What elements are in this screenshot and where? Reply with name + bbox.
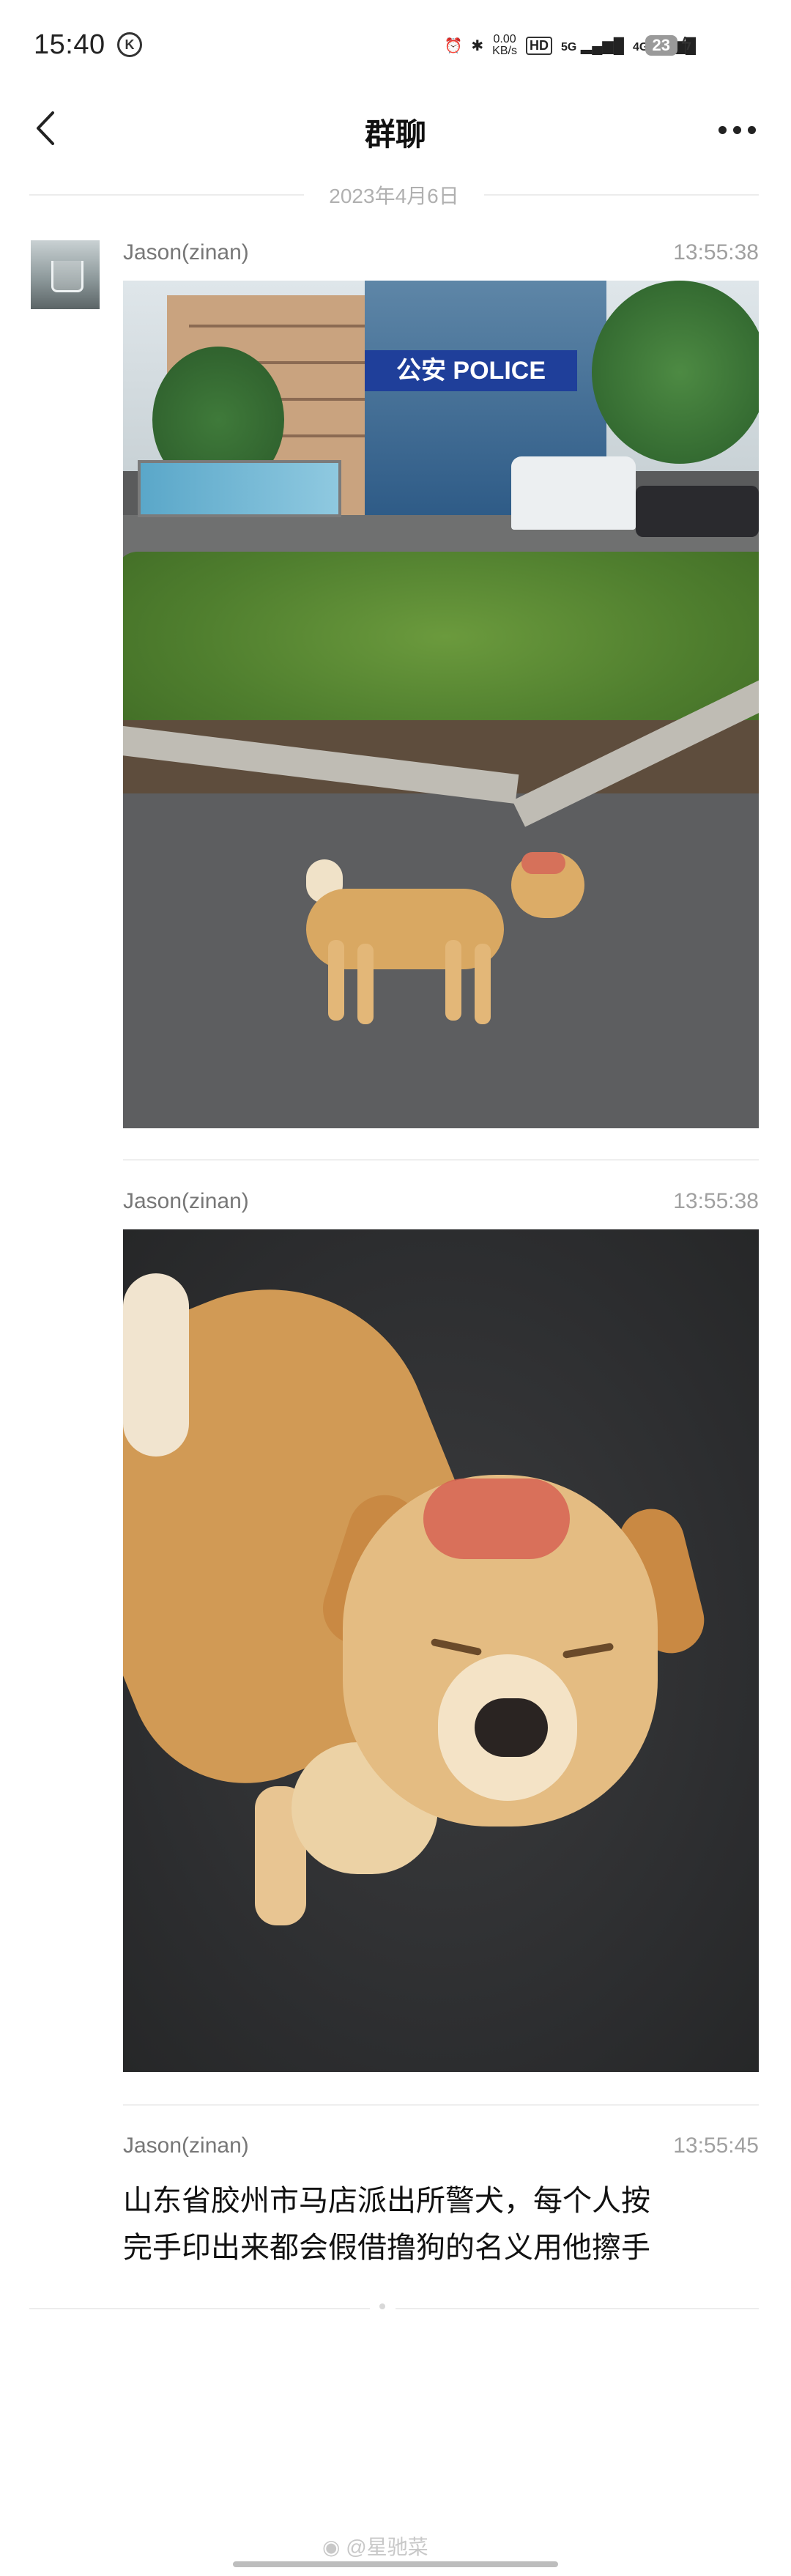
message-header: Jason(zinan) 13:55:38 xyxy=(123,1189,759,1221)
home-indicator[interactable] xyxy=(233,2561,558,2567)
dog-tail xyxy=(123,1273,189,1457)
page-title: 群聊 xyxy=(364,117,426,152)
end-divider-line xyxy=(396,2308,759,2309)
network-speed-value: 0.00 xyxy=(493,33,516,45)
end-dot xyxy=(379,2303,385,2309)
k-badge-icon: K xyxy=(117,32,142,57)
dog-head xyxy=(511,852,584,918)
more-dot-icon xyxy=(718,126,727,134)
message-image-police-station-dog[interactable]: 公安 POLICE xyxy=(123,281,759,1128)
dog-leg xyxy=(357,944,374,1024)
message-text-line: 山东省胶州市马店派出所警犬，每个人按 xyxy=(123,2185,650,2217)
network-speed: 0.00 KB/s xyxy=(492,34,517,57)
nav-bar: 群聊 xyxy=(0,88,791,169)
bluetooth-icon: ✱ xyxy=(471,37,484,54)
more-button[interactable] xyxy=(718,126,756,134)
message-image-dog-closeup[interactable] xyxy=(123,1229,759,2072)
alarm-icon: ⏰ xyxy=(444,37,463,54)
dog-leg xyxy=(445,940,461,1021)
sender-name[interactable]: Jason(zinan) xyxy=(123,240,249,265)
message-separator xyxy=(123,2104,759,2106)
red-ink-mark xyxy=(521,852,565,874)
sender-name[interactable]: Jason(zinan) xyxy=(123,1189,249,1214)
sender-name[interactable]: Jason(zinan) xyxy=(123,2133,249,2158)
weibo-icon: ◉ xyxy=(322,2536,341,2558)
red-ink-mark xyxy=(423,1478,570,1559)
dog-leg xyxy=(475,944,491,1024)
signal-5g-icon: 5G ▂▄▆█ xyxy=(560,37,624,54)
network-speed-unit: KB/s xyxy=(492,45,517,57)
message-time: 13:55:45 xyxy=(673,2133,759,2158)
photo-car xyxy=(636,486,759,537)
photo-billboard xyxy=(138,460,341,517)
avatar-glass-image xyxy=(51,261,83,292)
photo-van xyxy=(511,456,636,530)
message-header: Jason(zinan) 13:55:45 xyxy=(123,2133,759,2166)
police-sign: 公安 POLICE xyxy=(365,350,577,391)
dog-nose xyxy=(475,1698,548,1757)
message-header: Jason(zinan) 13:55:38 xyxy=(123,240,759,273)
date-divider: 2023年4月6日 xyxy=(29,176,759,212)
watermark: ◉ @星驰菜 xyxy=(322,2531,428,2561)
message-time: 13:55:38 xyxy=(673,240,759,264)
hd-icon: HD xyxy=(525,36,552,55)
signal-5g-label: 5G xyxy=(560,40,577,53)
status-bar: 15:40 K ⏰ ✱ 0.00 KB/s HD 5G ▂▄▆█ 4G ▂▄▆█… xyxy=(0,0,791,88)
message-text[interactable]: 山东省胶州市马店派出所警犬，每个人按 完手印出来都会假借撸狗的名义用他擦手 xyxy=(123,2177,759,2271)
message-text-line: 完手印出来都会假借撸狗的名义用他擦手 xyxy=(123,2232,650,2264)
photo-tree xyxy=(592,281,759,464)
avatar[interactable] xyxy=(31,240,100,309)
battery-icon: 23 xyxy=(645,35,677,56)
end-divider-line xyxy=(29,2308,370,2309)
message-time: 13:55:38 xyxy=(673,1189,759,1213)
charging-icon: ϟ xyxy=(681,32,691,54)
watermark-text: @星驰菜 xyxy=(346,2536,428,2558)
message-separator xyxy=(123,1159,759,1161)
divider-line xyxy=(484,194,759,196)
dog-leg xyxy=(328,940,344,1021)
status-time: 15:40 xyxy=(34,29,105,60)
more-dot-icon xyxy=(733,126,741,134)
more-dot-icon xyxy=(748,126,756,134)
